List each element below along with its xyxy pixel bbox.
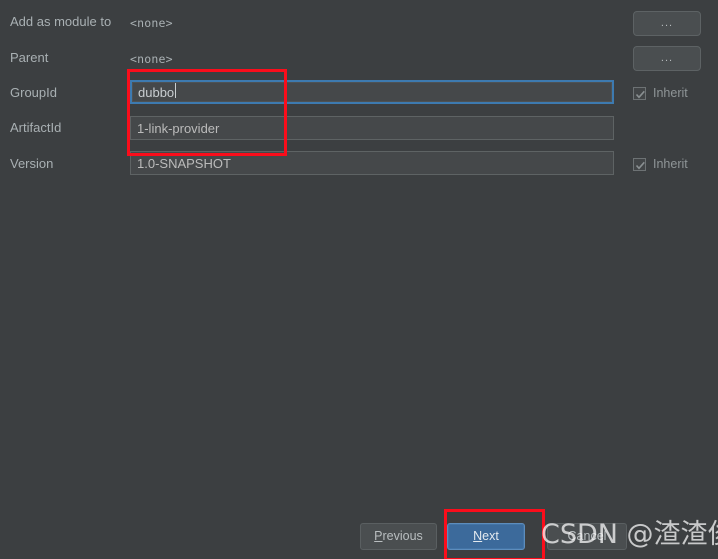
text-caret bbox=[175, 83, 176, 98]
previous-mnemonic: P bbox=[374, 529, 383, 543]
checkbox-icon[interactable] bbox=[633, 157, 646, 171]
groupid-inherit-label: Inherit bbox=[653, 86, 688, 100]
label-parent: Parent bbox=[10, 50, 49, 65]
browse-parent-button[interactable]: ... bbox=[633, 46, 701, 71]
label-artifactid: ArtifactId bbox=[10, 120, 62, 135]
version-inherit-label: Inherit bbox=[653, 157, 688, 171]
artifactid-input[interactable] bbox=[130, 116, 614, 140]
value-parent: <none> bbox=[130, 52, 173, 66]
next-button[interactable]: Next bbox=[447, 523, 525, 550]
next-label-rest: ext bbox=[482, 529, 499, 543]
label-groupid: GroupId bbox=[10, 85, 57, 100]
browse-add-as-module-to-button[interactable]: ... bbox=[633, 11, 701, 36]
version-inherit-row[interactable]: Inherit bbox=[633, 157, 688, 171]
version-input[interactable] bbox=[130, 151, 614, 175]
groupid-inherit-row[interactable]: Inherit bbox=[633, 86, 688, 100]
groupid-input[interactable] bbox=[130, 80, 614, 104]
previous-label-rest: revious bbox=[382, 529, 423, 543]
label-version: Version bbox=[10, 156, 54, 171]
cancel-button[interactable]: Cancel bbox=[547, 523, 627, 550]
next-mnemonic: N bbox=[473, 529, 483, 543]
new-project-wizard-dialog: Add as module to <none> ... Parent <none… bbox=[0, 0, 718, 559]
value-add-as-module-to: <none> bbox=[130, 16, 173, 30]
checkbox-icon[interactable] bbox=[633, 86, 646, 100]
label-add-as-module-to: Add as module to bbox=[10, 14, 112, 29]
previous-button[interactable]: Previous bbox=[360, 523, 437, 550]
